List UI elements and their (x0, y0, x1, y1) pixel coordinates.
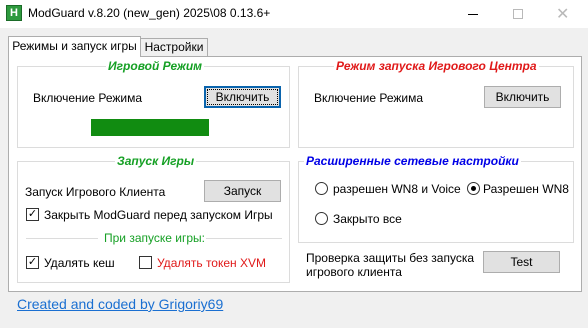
protection-test-button[interactable]: Test (483, 251, 560, 273)
on-launch-title: При запуске игры: (104, 231, 205, 245)
close-icon: ✕ (556, 6, 570, 23)
radio-wn8-label[interactable]: Разрешен WN8 (483, 182, 569, 196)
game-center-title: Режим запуска Игрового Центра (334, 59, 539, 73)
game-mode-group: Игровой Режим Включение Режима Включить (17, 59, 290, 148)
minimize-icon (468, 14, 478, 15)
radio-wn8-voice-label[interactable]: разрешен WN8 и Voice (333, 182, 461, 196)
app-icon: H (6, 5, 22, 21)
launch-game-title: Запуск Игры (115, 154, 197, 168)
title-bar[interactable]: H ModGuard v.8.20 (new_gen) 2025\08 0.13… (0, 0, 588, 28)
launch-button[interactable]: Запуск (204, 180, 281, 202)
delete-xvm-token-label[interactable]: Удалять токен XVM (157, 256, 266, 270)
author-link[interactable]: Created and coded by Grigoriy69 (17, 296, 223, 312)
network-settings-title: Расширенные сетевые настройки (304, 154, 521, 168)
radio-closed-all-label[interactable]: Закрыто все (333, 212, 402, 226)
tab-panel: Игровой Режим Включение Режима Включить … (8, 56, 582, 292)
on-launch-separator-left (26, 238, 98, 239)
network-settings-group: Расширенные сетевые настройки разрешен W… (298, 154, 574, 243)
delete-cache-checkbox[interactable]: ✓ (26, 256, 39, 269)
launch-game-group: Запуск Игры Запуск Игрового Клиента Запу… (17, 154, 290, 283)
minimize-button[interactable] (450, 0, 496, 28)
close-modguard-label[interactable]: Закрыть ModGuard перед запуском Игры (44, 208, 273, 222)
game-mode-status-bar (91, 119, 209, 136)
game-mode-label: Включение Режима (33, 91, 143, 105)
radio-wn8-voice[interactable] (315, 182, 328, 195)
maximize-button (495, 0, 541, 28)
delete-cache-label[interactable]: Удалять кеш (44, 256, 115, 270)
delete-xvm-token-checkbox[interactable] (139, 256, 152, 269)
launch-client-label: Запуск Игрового Клиента (25, 185, 166, 199)
game-mode-title: Игровой Режим (106, 59, 205, 73)
game-center-label: Включение Режима (314, 91, 424, 105)
protection-check-label-line2: игрового клиента (306, 265, 402, 279)
tab-settings[interactable]: Настройки (141, 38, 208, 57)
close-button[interactable]: ✕ (540, 0, 586, 28)
game-mode-enable-button[interactable]: Включить (204, 86, 281, 108)
maximize-icon (513, 9, 523, 19)
window-title: ModGuard v.8.20 (new_gen) 2025\08 0.13.6… (28, 6, 271, 20)
on-launch-separator-right (206, 238, 282, 239)
game-center-enable-button[interactable]: Включить (484, 86, 561, 108)
game-center-group: Режим запуска Игрового Центра Включение … (298, 59, 574, 148)
tab-modes-and-launch[interactable]: Режимы и запуск игры (8, 36, 141, 57)
protection-check-label-line1: Проверка защиты без запуска (306, 251, 474, 265)
window-client-area: Режимы и запуск игры Настройки Игровой Р… (0, 28, 588, 328)
radio-wn8[interactable] (467, 182, 480, 195)
radio-closed-all[interactable] (315, 212, 328, 225)
close-modguard-checkbox[interactable]: ✓ (26, 208, 39, 221)
